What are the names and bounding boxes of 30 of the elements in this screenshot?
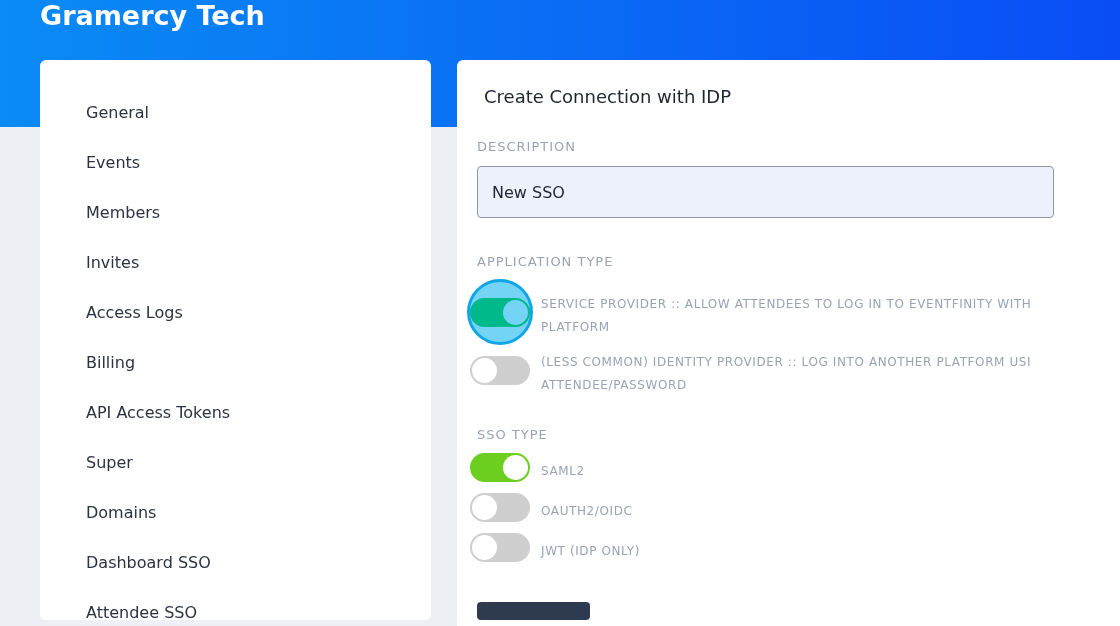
- form-title: Create Connection with IDP: [484, 86, 732, 107]
- section-label: SSO TYPE: [477, 427, 548, 442]
- toggle-switch[interactable]: [470, 452, 530, 482]
- sidebar-item[interactable]: Dashboard SSO: [86, 538, 211, 588]
- option-label: ATTENDEE/PASSWORD: [541, 377, 688, 394]
- toggle-switch[interactable]: [470, 355, 530, 385]
- section-label: APPLICATION TYPE: [477, 254, 614, 269]
- sidebar-item[interactable]: Invites: [86, 238, 140, 288]
- sidebar-item[interactable]: Super: [86, 438, 133, 488]
- sidebar-item[interactable]: API Access Tokens: [86, 388, 231, 438]
- sidebar-item[interactable]: Domains: [86, 488, 157, 538]
- toggle-switch[interactable]: [470, 532, 530, 562]
- option-label: SERVICE PROVIDER :: ALLOW ATTENDEES TO LOG IN TO EVENTFINITY WITH: [541, 296, 1032, 313]
- sidebar-item[interactable]: Billing: [86, 338, 136, 388]
- option-label: PLATFORM: [541, 319, 611, 336]
- organization-title: Gramercy Tech: [39, 0, 266, 32]
- description-field[interactable]: New SSO: [477, 166, 1054, 218]
- option-label: OAUTH2/OIDC: [541, 503, 633, 520]
- sidebar-item[interactable]: Attendee SSO: [86, 588, 198, 626]
- toggle-switch[interactable]: [470, 492, 530, 522]
- toggle-switch[interactable]: [470, 297, 530, 327]
- sidebar-item[interactable]: Events: [86, 138, 141, 188]
- sidebar-item[interactable]: General: [86, 88, 150, 138]
- option-label: (LESS COMMON) IDENTITY PROVIDER :: LOG INTO ANOTHER PLATFORM USI: [541, 354, 1032, 371]
- option-label: SAML2: [541, 463, 585, 480]
- field-label: DESCRIPTION: [477, 139, 576, 154]
- sidebar-item[interactable]: Members: [86, 188, 161, 238]
- sidebar-item[interactable]: Access Logs: [86, 288, 183, 338]
- action-button[interactable]: [477, 602, 590, 620]
- option-label: JWT (IDP ONLY): [541, 543, 640, 560]
